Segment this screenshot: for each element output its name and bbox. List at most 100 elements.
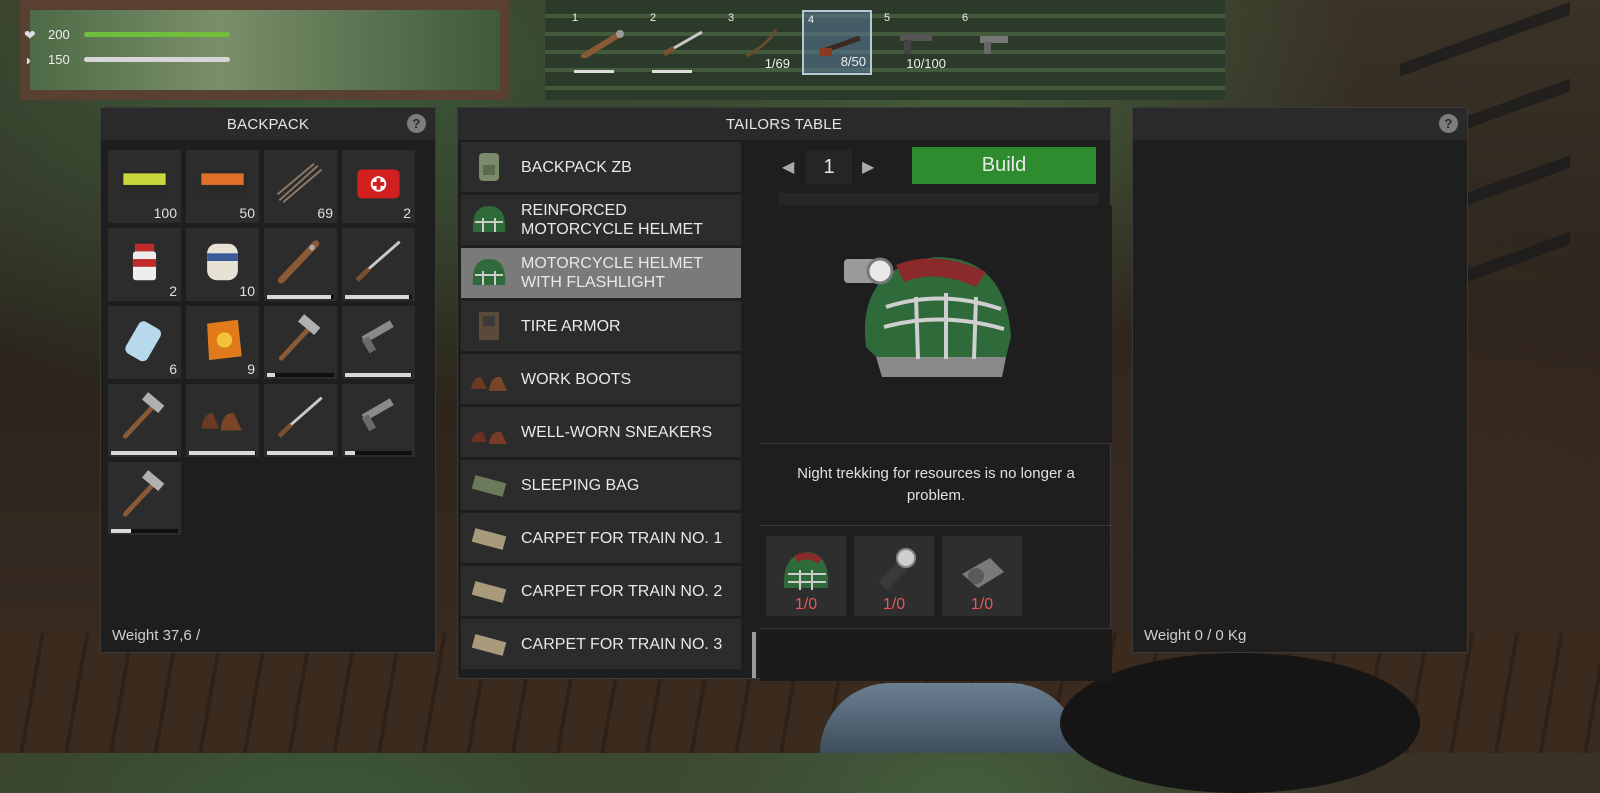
item-quantity: 10 bbox=[239, 283, 255, 299]
slot-number: 2 bbox=[650, 12, 657, 24]
durability-bar bbox=[345, 451, 412, 455]
item-quantity: 2 bbox=[169, 283, 177, 299]
tailors-table-title: TAILORS TABLE bbox=[726, 115, 842, 133]
durability-bar bbox=[267, 451, 334, 455]
recipe-name: CARPET FOR TRAIN NO. 3 bbox=[521, 635, 723, 653]
recipe-item[interactable]: CARPET FOR TRAIN NO. 2 bbox=[461, 566, 741, 616]
knife-icon bbox=[355, 240, 401, 282]
heart-icon: ❤ bbox=[24, 26, 36, 43]
hotbar-slot-2[interactable]: 2 bbox=[646, 10, 716, 75]
backpack-slot[interactable]: 50 bbox=[186, 150, 259, 223]
recipe-name: CARPET FOR TRAIN NO. 1 bbox=[521, 529, 723, 547]
recipe-item[interactable]: TIRE ARMOR bbox=[461, 301, 741, 351]
recipe-item[interactable]: SLEEPING BAG bbox=[461, 460, 741, 510]
recipe-name: WELL-WORN SNEAKERS bbox=[521, 423, 713, 441]
durability-bar bbox=[574, 70, 614, 73]
backpack-slot[interactable] bbox=[186, 384, 259, 457]
backpack-slot[interactable] bbox=[342, 228, 415, 301]
help-icon[interactable]: ? bbox=[407, 114, 426, 133]
pills-bottle-icon bbox=[132, 243, 157, 281]
item-quantity: 69 bbox=[317, 205, 333, 221]
item-quantity: 9 bbox=[247, 361, 255, 377]
health-value: 200 bbox=[48, 27, 70, 42]
requirement-helmet[interactable]: 1/0 bbox=[766, 536, 846, 616]
recipe-item[interactable]: CARPET FOR TRAIN NO. 3 bbox=[461, 619, 741, 669]
requirement-duct-tape[interactable]: 1/0 bbox=[942, 536, 1022, 616]
hammer-icon bbox=[122, 470, 165, 517]
sneakers-icon bbox=[471, 431, 507, 444]
requirements-list: 1/0 1/0 1/0 bbox=[766, 536, 1022, 616]
durability-bar bbox=[652, 70, 692, 73]
requirement-count: 1/0 bbox=[794, 596, 818, 613]
backpack-slot[interactable]: 69 bbox=[264, 150, 337, 223]
recipe-item[interactable]: REINFORCED MOTORCYCLE HELMET bbox=[461, 195, 741, 245]
hotbar: 1 2 3 1/69 4 8/50 5 10/100 6 bbox=[568, 10, 1028, 75]
backpack-slot[interactable]: 9 bbox=[186, 306, 259, 379]
recipe-detail: ◀ 1 ▶ Build Night trekking for resources… bbox=[760, 142, 1112, 681]
hotbar-slot-5[interactable]: 5 10/100 bbox=[880, 10, 950, 75]
hotbar-slot-3[interactable]: 3 1/69 bbox=[724, 10, 794, 75]
requirement-count: 1/0 bbox=[882, 596, 906, 613]
recipe-list: BACKPACK ZB REINFORCED MOTORCYCLE HELMET M… bbox=[461, 142, 741, 678]
backpack-slot[interactable] bbox=[342, 306, 415, 379]
helmet-icon bbox=[783, 552, 829, 590]
carpet-icon bbox=[471, 528, 507, 550]
recipe-name: REINFORCED MOTORCYCLE HELMET bbox=[521, 202, 703, 238]
backpack-slot[interactable]: 10 bbox=[186, 228, 259, 301]
recipe-name: BACKPACK ZB bbox=[521, 158, 632, 176]
backpack-slot[interactable]: 6 bbox=[108, 306, 181, 379]
background-tire bbox=[1060, 653, 1420, 793]
recipe-name: CARPET FOR TRAIN NO. 2 bbox=[521, 582, 723, 600]
help-icon[interactable]: ? bbox=[1439, 114, 1458, 133]
slot-number: 3 bbox=[728, 12, 735, 24]
armor-icon bbox=[479, 312, 499, 340]
hotbar-slot-1[interactable]: 1 bbox=[568, 10, 638, 75]
increase-arrow-icon[interactable]: ▶ bbox=[862, 157, 876, 177]
storage-header: ? bbox=[1133, 108, 1467, 140]
backpack-slot[interactable] bbox=[264, 306, 337, 379]
durability-bar bbox=[111, 529, 178, 533]
backpack-slot[interactable]: 100 bbox=[108, 150, 181, 223]
recipe-item[interactable]: BACKPACK ZB bbox=[461, 142, 741, 192]
player-arm bbox=[820, 683, 1080, 753]
item-preview bbox=[760, 205, 1112, 444]
requirement-count: 1/0 bbox=[970, 596, 994, 613]
backpack-slot[interactable] bbox=[342, 384, 415, 457]
recipe-name: MOTORCYCLE HELMET WITH FLASHLIGHT bbox=[521, 255, 703, 291]
recipe-item[interactable]: WELL-WORN SNEAKERS bbox=[461, 407, 741, 457]
recipe-name: TIRE ARMOR bbox=[521, 317, 621, 335]
requirement-flashlight[interactable]: 1/0 bbox=[854, 536, 934, 616]
slot-number: 5 bbox=[884, 12, 891, 24]
item-quantity: 6 bbox=[169, 361, 177, 377]
ammo-count: 8/50 bbox=[840, 54, 866, 69]
recipe-item[interactable]: WORK BOOTS bbox=[461, 354, 741, 404]
recipe-name: SLEEPING BAG bbox=[521, 476, 640, 494]
durability-bar bbox=[267, 373, 334, 377]
bandage-icon bbox=[207, 243, 238, 281]
item-description: Night trekking for resources is no longe… bbox=[760, 444, 1112, 526]
hammer-icon bbox=[122, 392, 165, 439]
pistol-icon bbox=[900, 34, 932, 54]
knife-icon bbox=[277, 396, 323, 438]
decrease-arrow-icon[interactable]: ◀ bbox=[782, 157, 796, 177]
backpack-slot[interactable] bbox=[108, 462, 181, 535]
recipe-item[interactable]: MOTORCYCLE HELMET WITH FLASHLIGHT bbox=[461, 248, 741, 298]
backpack-slot[interactable]: 2 bbox=[108, 228, 181, 301]
duct-tape-icon bbox=[962, 558, 1004, 588]
backpack-slot[interactable] bbox=[264, 384, 337, 457]
hotbar-slot-4[interactable]: 4 8/50 bbox=[802, 10, 872, 75]
slot-number: 4 bbox=[808, 14, 815, 26]
hunger-stat: ◗ 150 bbox=[24, 52, 230, 67]
backpack-slot[interactable] bbox=[108, 384, 181, 457]
ammo-count: 1/69 bbox=[764, 56, 790, 71]
durability-bar bbox=[189, 451, 256, 455]
recipe-item[interactable]: CARPET FOR TRAIN NO. 1 bbox=[461, 513, 741, 563]
backpack-title: BACKPACK bbox=[226, 115, 310, 133]
backpack-slot[interactable] bbox=[264, 228, 337, 301]
hotbar-slot-6[interactable]: 6 bbox=[958, 10, 1028, 75]
stomach-icon: ◗ bbox=[24, 51, 33, 68]
quantity-value[interactable]: 1 bbox=[806, 150, 852, 184]
build-button[interactable]: Build bbox=[912, 147, 1096, 184]
backpack-slot[interactable]: 2 bbox=[342, 150, 415, 223]
recipe-list-scrollbar[interactable] bbox=[752, 632, 756, 678]
